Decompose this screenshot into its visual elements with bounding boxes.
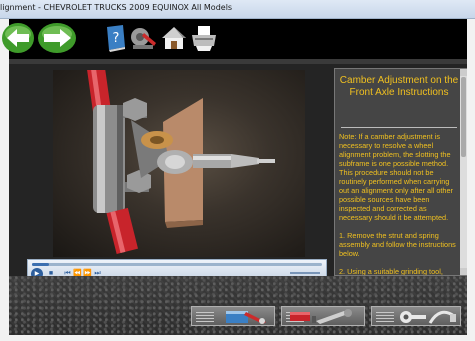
instructions-body: Note: If a camber adjustment is necessar… bbox=[339, 132, 459, 275]
scroll-up-arrow[interactable] bbox=[460, 69, 467, 76]
left-arrow-icon bbox=[2, 23, 34, 53]
wrench-tools-icon bbox=[290, 309, 352, 324]
print-icon bbox=[192, 26, 216, 51]
wrench-hose-icon bbox=[400, 310, 456, 324]
home-button[interactable] bbox=[159, 23, 189, 53]
screen: lignment - CHEVROLET TRUCKS 2009 EQUINOX… bbox=[0, 0, 475, 341]
instruction-step-2: 2. Using a suitable grinding tool, bbox=[339, 267, 443, 275]
window-titlebar: lignment - CHEVROLET TRUCKS 2009 EQUINOX… bbox=[0, 0, 475, 19]
back-button[interactable] bbox=[1, 21, 35, 55]
action-bar bbox=[9, 276, 467, 335]
tools-view-button[interactable] bbox=[281, 306, 365, 326]
content-area: Camber Adjustment on the Front Axle Inst… bbox=[9, 64, 467, 276]
window-title: lignment - CHEVROLET TRUCKS 2009 EQUINOX… bbox=[0, 3, 233, 12]
diagram-view-button[interactable] bbox=[191, 306, 275, 326]
instructions-title: Camber Adjustment on the Front Axle Inst… bbox=[339, 75, 459, 98]
seek-progress bbox=[32, 263, 50, 266]
scroll-down-arrow[interactable] bbox=[460, 268, 467, 275]
instruction-step-1: 1. Remove the strut and spring assembly … bbox=[339, 231, 456, 258]
seek-bar[interactable] bbox=[32, 263, 322, 266]
tools-button[interactable] bbox=[129, 23, 159, 53]
camber-adjustment-animation bbox=[87, 70, 275, 255]
title-divider bbox=[341, 127, 457, 128]
volume-slider[interactable] bbox=[290, 272, 320, 274]
home-icon bbox=[162, 27, 186, 49]
help-book-button[interactable]: ? bbox=[101, 23, 131, 53]
svg-text:?: ? bbox=[113, 31, 120, 46]
right-arrow-icon bbox=[38, 23, 76, 53]
toolbar: ? bbox=[2, 19, 467, 59]
instructions-panel: Camber Adjustment on the Front Axle Inst… bbox=[334, 68, 467, 276]
book-wrench-icon bbox=[226, 311, 266, 324]
tools-icon bbox=[131, 28, 156, 49]
instructions-scrollbar[interactable] bbox=[460, 69, 467, 275]
animation-viewport bbox=[53, 70, 305, 257]
help-book-icon: ? bbox=[107, 25, 125, 52]
print-button[interactable] bbox=[189, 23, 219, 53]
scroll-thumb[interactable] bbox=[461, 77, 466, 157]
app-window: ? Camber Adjustment on the Front Axle In… bbox=[2, 19, 467, 335]
instruction-note: Note: If a camber adjustment is necessar… bbox=[339, 132, 453, 222]
specifications-view-button[interactable] bbox=[371, 306, 461, 326]
forward-button[interactable] bbox=[37, 21, 77, 55]
